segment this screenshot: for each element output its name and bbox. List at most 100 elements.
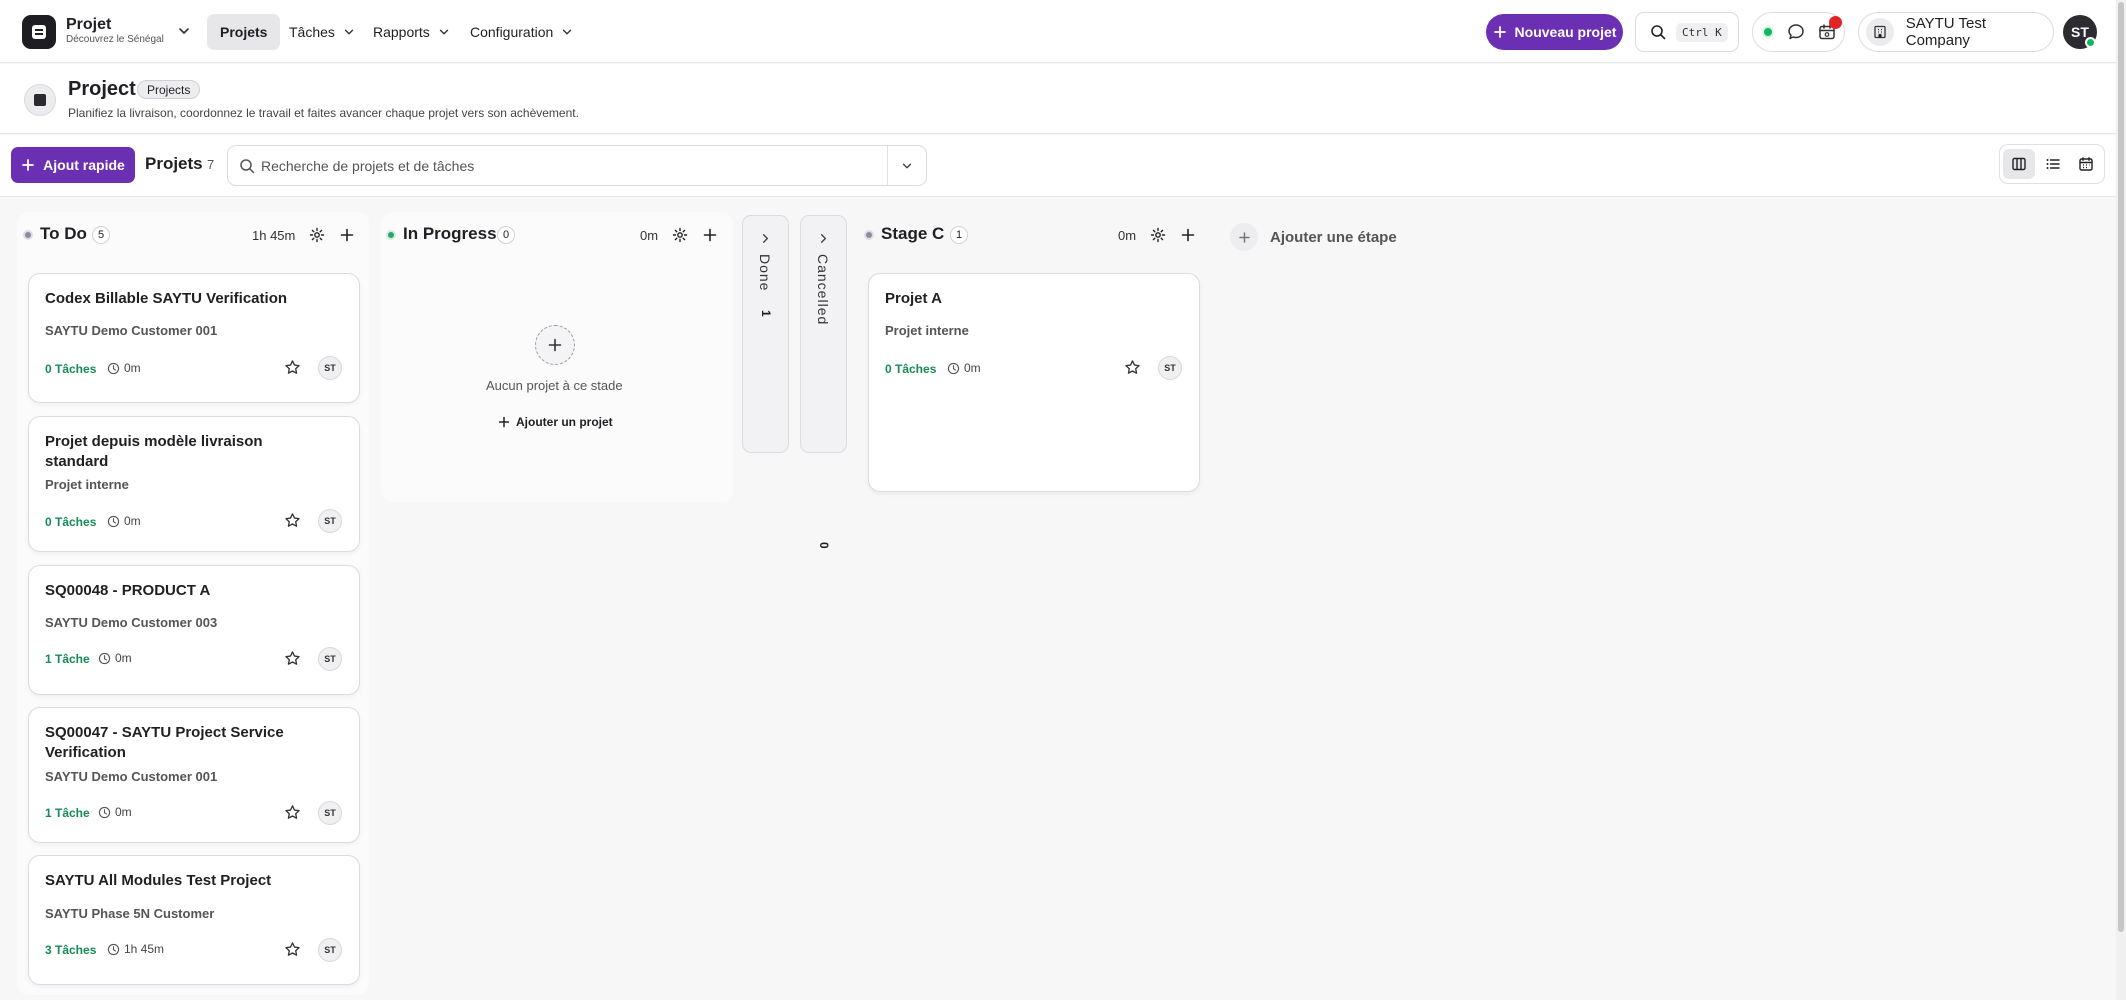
gear-icon[interactable] <box>309 227 325 243</box>
card-time-value: 0m <box>115 805 132 819</box>
star-icon[interactable] <box>284 650 301 667</box>
star-icon[interactable] <box>284 512 301 529</box>
plus-icon <box>1493 26 1506 38</box>
add-stage-button[interactable]: Ajouter une étape <box>1230 223 1397 251</box>
add-project-link[interactable]: Ajouter un projet <box>498 415 613 429</box>
page-scrollbar[interactable] <box>2116 0 2126 1000</box>
company-switcher[interactable]: SAYTU Test Company <box>1858 12 2054 52</box>
card-title: SQ00048 - PRODUCT A <box>45 582 211 599</box>
folded-done-count: 1 <box>759 310 773 317</box>
stagec-title[interactable]: Stage C <box>881 224 944 244</box>
card-time: 0m <box>107 361 141 375</box>
card-tasks[interactable]: 0 Tâches <box>885 362 936 376</box>
star-icon[interactable] <box>284 941 301 958</box>
nav-tasks-label: Tâches <box>289 24 335 40</box>
project-card[interactable]: Projet depuis modèle livraison standard … <box>28 416 360 552</box>
folded-done-title: Done <box>757 254 773 292</box>
project-card[interactable]: Projet A Projet interne 0 Tâches 0m ST <box>868 273 1200 492</box>
card-time-value: 0m <box>964 361 981 375</box>
calendar-view-button[interactable] <box>2070 149 2102 179</box>
assignee-avatar[interactable]: ST <box>318 356 342 380</box>
card-customer: Projet interne <box>45 477 129 492</box>
gear-icon[interactable] <box>672 227 688 243</box>
card-tasks[interactable]: 0 Tâches <box>45 362 96 376</box>
card-title: Projet depuis modèle livraison standard <box>45 433 263 470</box>
quick-add-button[interactable]: Ajout rapide <box>11 147 135 183</box>
quick-add-label: Ajout rapide <box>43 157 125 173</box>
nav-reports[interactable]: Rapports <box>360 14 464 50</box>
card-title: Codex Billable SAYTU Verification <box>45 290 288 307</box>
folded-column-cancelled[interactable]: Cancelled 0 <box>800 215 847 549</box>
inprogress-count: 0 <box>497 226 516 244</box>
project-card[interactable]: Codex Billable SAYTU Verification SAYTU … <box>28 273 360 403</box>
star-icon[interactable] <box>284 804 301 821</box>
card-customer: SAYTU Demo Customer 001 <box>45 769 218 784</box>
assignee-avatar[interactable]: ST <box>1158 356 1182 380</box>
avatar-online-dot <box>2085 37 2096 48</box>
folded-column-done[interactable]: Done 1 <box>742 215 789 453</box>
card-time-value: 1h 45m <box>124 942 165 956</box>
projects-label: Projets <box>145 154 203 173</box>
card-tasks[interactable]: 3 Tâches <box>45 943 96 957</box>
nav-configuration[interactable]: Configuration <box>457 14 587 50</box>
todo-title[interactable]: To Do <box>40 224 87 244</box>
clock-icon <box>107 943 120 955</box>
page-subtitle: Planifiez la livraison, coordonnez le tr… <box>68 106 579 120</box>
list-view-button[interactable] <box>2037 149 2069 179</box>
assignee-avatar[interactable]: ST <box>318 647 342 671</box>
project-search-input[interactable]: Recherche de projets et de tâches <box>227 145 927 186</box>
star-icon[interactable] <box>284 359 301 376</box>
stagec-count: 1 <box>950 226 969 244</box>
app-logo[interactable] <box>22 15 56 49</box>
project-card[interactable]: SAYTU All Modules Test Project SAYTU Pha… <box>28 855 360 985</box>
search-placeholder: Recherche de projets et de tâches <box>261 158 475 174</box>
chevron-down-icon[interactable] <box>900 159 914 173</box>
assignee-avatar[interactable]: ST <box>318 938 342 962</box>
building-icon <box>1866 18 1894 46</box>
card-title: SQ00047 - SAYTU Project Service Verifica… <box>45 724 284 761</box>
nav-projects[interactable]: Projets <box>207 14 281 50</box>
page-header <box>0 64 2116 134</box>
chevron-right-icon <box>762 234 769 243</box>
card-tasks[interactable]: 1 Tâche <box>45 806 90 820</box>
new-project-button[interactable]: Nouveau projet <box>1486 14 1623 50</box>
card-customer: SAYTU Demo Customer 003 <box>45 615 218 630</box>
online-status-indicator[interactable] <box>1762 26 1774 38</box>
projects-count: 7 <box>207 157 215 172</box>
app-name[interactable]: Projet <box>66 16 111 34</box>
nav-reports-label: Rapports <box>373 24 430 40</box>
list-icon <box>2046 159 2060 169</box>
plus-icon[interactable] <box>1180 227 1196 243</box>
plus-icon[interactable] <box>339 227 355 243</box>
project-card[interactable]: SQ00048 - PRODUCT A SAYTU Demo Customer … <box>28 565 360 695</box>
search-icon <box>1651 25 1666 40</box>
kanban-view-button[interactable] <box>2003 149 2035 179</box>
chevron-down-icon <box>344 29 354 35</box>
stage-dot <box>23 230 33 240</box>
nav-projects-label: Projets <box>220 24 268 40</box>
chat-icon[interactable] <box>1786 22 1806 42</box>
search-icon <box>240 159 255 174</box>
star-icon[interactable] <box>1124 359 1141 376</box>
project-card[interactable]: SQ00047 - SAYTU Project Service Verifica… <box>28 707 360 843</box>
new-project-label: Nouveau projet <box>1514 24 1617 40</box>
chevron-down-icon[interactable] <box>176 23 192 39</box>
card-tasks[interactable]: 0 Tâches <box>45 515 96 529</box>
assignee-avatar[interactable]: ST <box>318 509 342 533</box>
card-tasks[interactable]: 1 Tâche <box>45 652 90 666</box>
assignee-avatar[interactable]: ST <box>318 801 342 825</box>
shortcut-hint: Ctrl K <box>1676 22 1728 42</box>
card-customer: SAYTU Phase 5N Customer <box>45 906 215 921</box>
inprogress-title[interactable]: In Progress <box>403 224 497 244</box>
card-customer: SAYTU Demo Customer 001 <box>45 323 218 338</box>
chevron-right-icon <box>820 234 827 243</box>
nav-tasks[interactable]: Tâches <box>276 14 369 50</box>
global-search-button[interactable]: Ctrl K <box>1635 12 1739 52</box>
plus-icon <box>548 338 562 352</box>
plus-icon[interactable] <box>702 227 718 243</box>
card-title: SAYTU All Modules Test Project <box>45 872 272 889</box>
empty-stage-plus[interactable] <box>535 325 575 365</box>
card-time: 0m <box>98 805 132 819</box>
gear-icon[interactable] <box>1150 227 1166 243</box>
chevron-down-icon <box>563 29 572 35</box>
